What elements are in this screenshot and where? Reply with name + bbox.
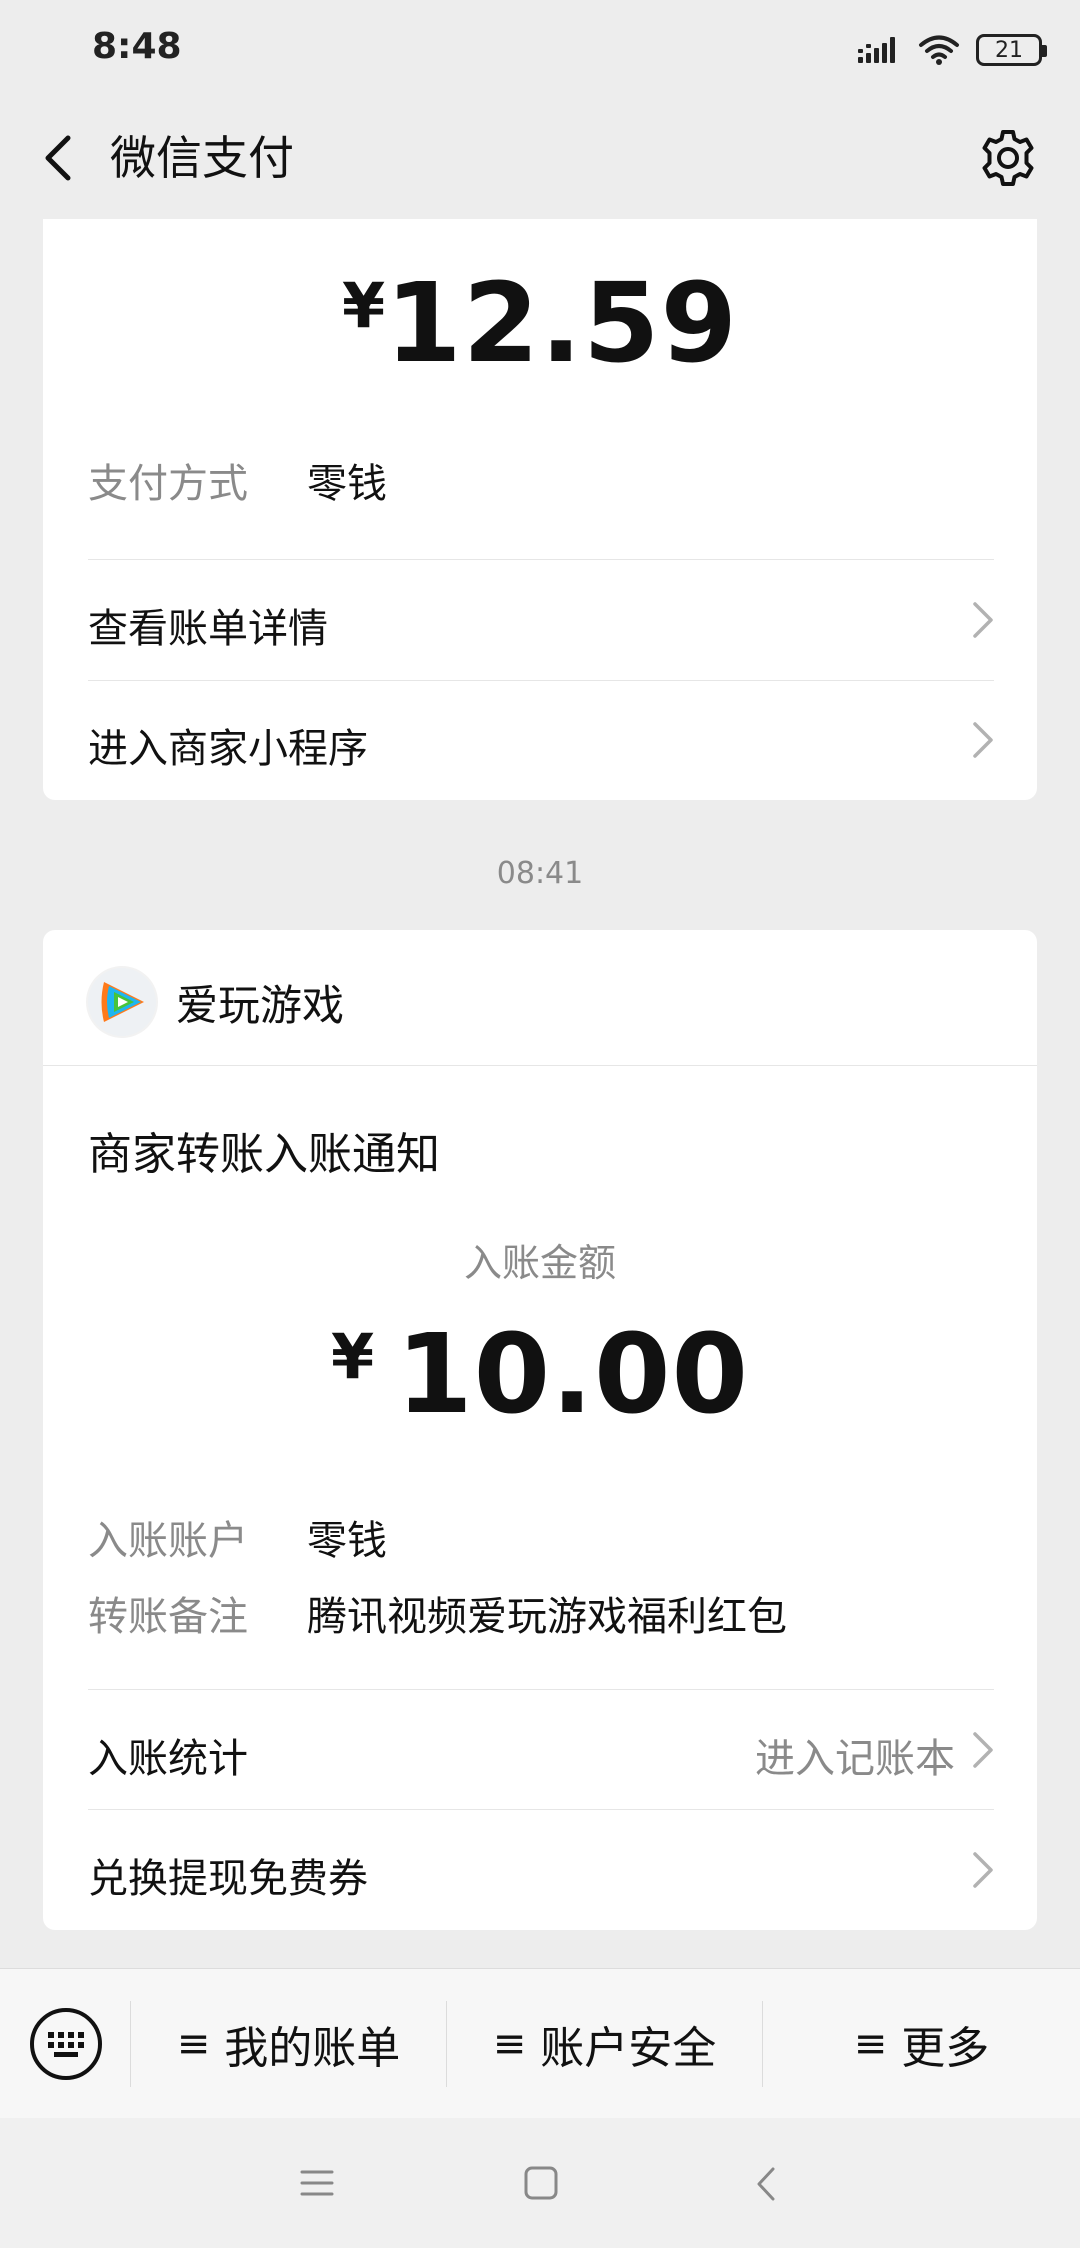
menu-list-icon: ≡ — [853, 2021, 888, 2067]
menu-label: 更多 — [901, 2023, 990, 2074]
amount-label: 入账金额 — [463, 1241, 616, 1285]
currency-symbol: ¥ — [341, 269, 386, 342]
chevron-right-icon — [973, 722, 993, 758]
menu-my-bills[interactable]: ≡ 我的账单 — [131, 1969, 446, 2119]
payment-card: ¥12.59 支付方式 零钱 查看账单详情 进入商家小程序 — [43, 219, 1037, 800]
ledger-link[interactable]: 进入记账本 — [755, 1726, 955, 1784]
battery-icon: 21 — [976, 34, 1047, 66]
status-icons: 21 — [858, 30, 1047, 70]
keyboard-icon[interactable] — [28, 2006, 104, 2082]
row-label: 查看账单详情 — [88, 606, 328, 652]
received-amount: ¥10.00 — [43, 1310, 1037, 1438]
row-label: 进入商家小程序 — [88, 726, 368, 772]
signal-icon — [858, 37, 895, 63]
row-label: 兑换提现免费券 — [88, 1856, 368, 1902]
status-bar: 8:48 21 — [0, 0, 1080, 96]
video-play-logo-icon — [88, 968, 156, 1036]
payment-method-value: 零钱 — [307, 461, 387, 507]
menu-more[interactable]: ≡ 更多 — [763, 1969, 1080, 2119]
amount-value: 10.00 — [396, 1310, 750, 1438]
merchant-name[interactable]: 爱玩游戏 — [176, 972, 344, 1033]
currency-symbol: ¥ — [330, 1320, 375, 1393]
payment-method-label: 支付方式 — [88, 461, 248, 507]
page-title: 微信支付 — [110, 131, 294, 185]
merchant-logo[interactable] — [86, 966, 158, 1038]
home-icon[interactable] — [524, 2166, 558, 2200]
menu-label: 账户安全 — [540, 2023, 717, 2074]
system-nav-bar — [0, 2118, 1080, 2248]
message-timestamp: 08:41 — [496, 856, 584, 891]
merchant-miniprogram-row[interactable]: 进入商家小程序 — [43, 680, 1037, 800]
notice-title: 商家转账入账通知 — [88, 1129, 440, 1180]
wifi-icon — [919, 35, 959, 65]
menu-account-security[interactable]: ≡ 账户安全 — [447, 1969, 762, 2119]
account-value: 零钱 — [307, 1518, 387, 1564]
menu-label: 我的账单 — [224, 2023, 401, 2074]
back-arrow-icon[interactable] — [36, 126, 86, 190]
remark-label: 转账备注 — [88, 1594, 248, 1640]
divider — [43, 1065, 1037, 1066]
menu-list-icon: ≡ — [176, 2021, 211, 2067]
chevron-right-icon — [973, 602, 993, 638]
remark-value: 腾讯视频爱玩游戏福利红包 — [307, 1594, 787, 1640]
header: 微信支付 — [0, 96, 1080, 220]
amount-value: 12.59 — [385, 259, 739, 387]
chevron-right-icon — [973, 1852, 993, 1888]
settings-gear-icon[interactable] — [976, 126, 1040, 190]
system-back-icon[interactable] — [754, 2166, 778, 2202]
chevron-right-icon — [973, 1732, 993, 1768]
income-stats-row[interactable]: 入账统计 进入记账本 — [43, 1690, 1037, 1810]
payment-amount: ¥12.59 — [43, 259, 1037, 387]
menu-list-icon: ≡ — [492, 2021, 527, 2067]
recent-apps-icon[interactable] — [300, 2168, 334, 2198]
view-bill-details-row[interactable]: 查看账单详情 — [43, 560, 1037, 680]
transfer-notice-card: 爱玩游戏 商家转账入账通知 入账金额 ¥10.00 入账账户 零钱 转账备注 腾… — [43, 930, 1037, 1930]
bottom-menu: ≡ 我的账单 ≡ 账户安全 ≡ 更多 — [0, 1968, 1080, 2118]
status-time: 8:48 — [92, 26, 182, 67]
withdraw-coupon-row[interactable]: 兑换提现免费券 — [43, 1810, 1037, 1930]
account-label: 入账账户 — [88, 1518, 248, 1564]
row-label: 入账统计 — [88, 1736, 248, 1782]
